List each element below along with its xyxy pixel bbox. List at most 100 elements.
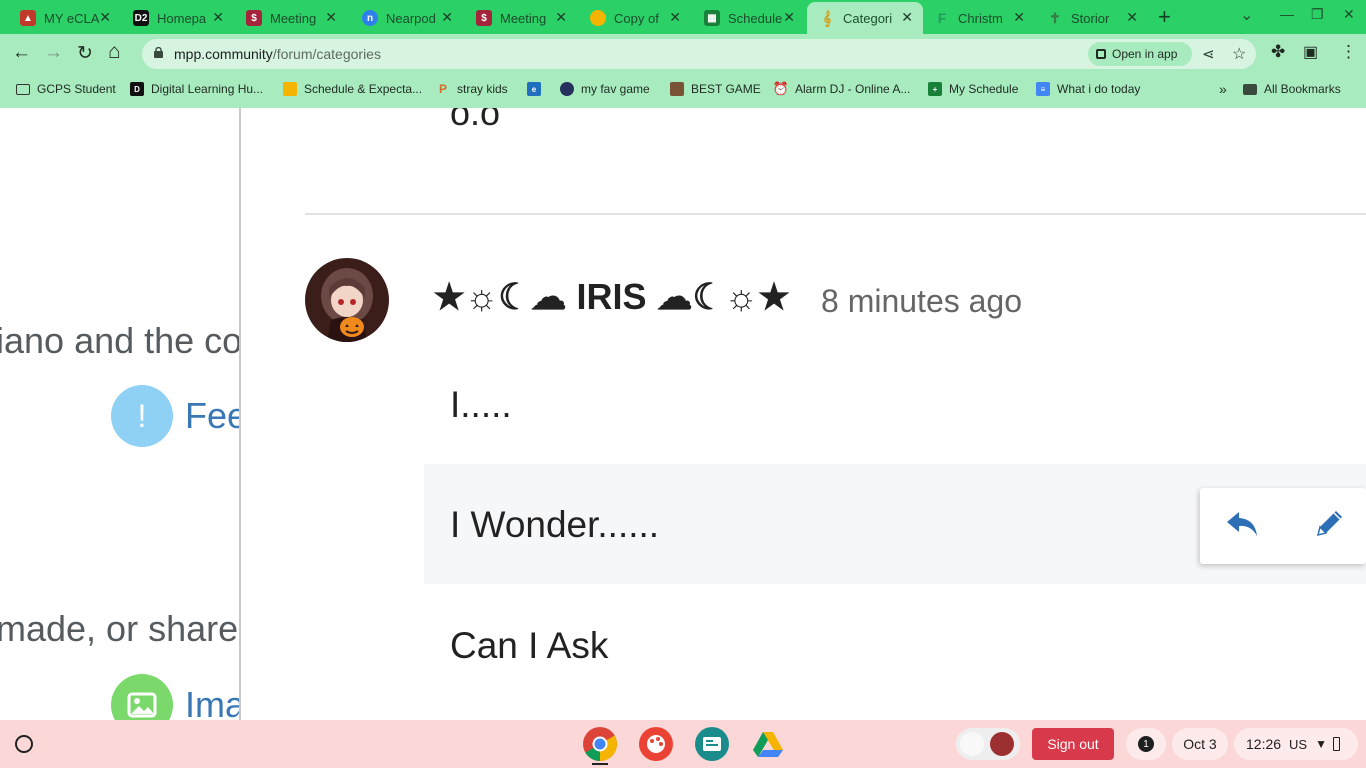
close-icon[interactable]: ✕ bbox=[212, 9, 224, 26]
tab-schedule[interactable]: ▦ Schedule ✕ bbox=[692, 2, 805, 34]
notification-tray[interactable]: 1 bbox=[1126, 728, 1166, 760]
close-icon[interactable]: ✕ bbox=[669, 9, 681, 26]
all-bookmarks-label: All Bookmarks bbox=[1264, 82, 1341, 96]
bookmark-schedule-expectations[interactable]: Schedule & Expecta... bbox=[283, 82, 422, 96]
exclamation-icon: ! bbox=[111, 385, 173, 447]
reply-icon[interactable] bbox=[1224, 506, 1260, 542]
bookmark-my-schedule[interactable]: + My Schedule bbox=[928, 82, 1018, 96]
bookmark-what-i-do-today[interactable]: ≡ What i do today bbox=[1036, 82, 1140, 96]
bookmark-digital-learning[interactable]: D Digital Learning Hu... bbox=[130, 82, 263, 96]
tab-search-icon[interactable]: ⌄ bbox=[1240, 5, 1253, 25]
tab-copy-of[interactable]: Copy of ✕ bbox=[578, 2, 691, 34]
status-tray[interactable]: 12:26 US ▼ bbox=[1234, 728, 1358, 760]
tab-title: Copy of bbox=[614, 10, 659, 26]
address-bar[interactable]: mpp.community/forum/categories Open in a… bbox=[142, 39, 1256, 69]
tab-nearpod[interactable]: n Nearpod ✕ bbox=[350, 2, 463, 34]
sheets-icon: ▦ bbox=[704, 10, 720, 26]
wifi-icon: ▼ bbox=[1315, 737, 1327, 751]
extensions-icon[interactable]: ✤ bbox=[1271, 42, 1285, 62]
category-feedback[interactable]: ! Fee bbox=[111, 385, 241, 447]
bookmark-gcps-student[interactable]: GCPS Student bbox=[16, 82, 116, 96]
bookmark-label: Digital Learning Hu... bbox=[151, 82, 264, 96]
window-close-icon[interactable]: ✕ bbox=[1343, 6, 1355, 23]
date-tray[interactable]: Oct 3 bbox=[1172, 728, 1228, 760]
bookmark-my-fav-game[interactable]: my fav game bbox=[560, 82, 650, 96]
post-timestamp[interactable]: 8 minutes ago bbox=[821, 283, 1022, 320]
avatar[interactable] bbox=[305, 258, 389, 342]
tab-title: Storior bbox=[1071, 10, 1110, 26]
sign-out-button[interactable]: Sign out bbox=[1032, 728, 1114, 760]
share-icon[interactable]: ⋖ bbox=[1202, 45, 1215, 63]
reload-icon[interactable]: ↻ bbox=[77, 42, 93, 65]
minimize-icon[interactable]: — bbox=[1280, 6, 1294, 22]
notification-count: 1 bbox=[1138, 736, 1154, 752]
classroom-icon[interactable] bbox=[694, 726, 730, 762]
bookmark-stray-kids[interactable]: P stray kids bbox=[436, 82, 508, 96]
active-app-indicator bbox=[592, 763, 608, 765]
tab-title: Meeting bbox=[270, 10, 317, 26]
bookmark-edge[interactable]: e bbox=[527, 82, 548, 96]
drive-icon[interactable] bbox=[750, 726, 786, 762]
open-app-icon bbox=[1096, 49, 1106, 59]
close-icon[interactable]: ✕ bbox=[99, 9, 111, 26]
forward-icon[interactable]: → bbox=[44, 42, 63, 64]
category-images[interactable]: Ima bbox=[111, 674, 239, 720]
side-panel-icon[interactable]: ▣ bbox=[1303, 42, 1318, 62]
tab-stories[interactable]: ✝ Storior ✕ bbox=[1035, 2, 1148, 34]
nearpod-icon: n bbox=[362, 10, 378, 26]
more-bookmarks-icon[interactable]: » bbox=[1219, 81, 1227, 97]
alarm-icon: ⏰ bbox=[772, 81, 790, 96]
close-icon[interactable]: ✕ bbox=[325, 9, 337, 26]
slides-icon bbox=[590, 10, 606, 26]
open-in-app-button[interactable]: Open in app bbox=[1088, 42, 1192, 66]
tab-christmas[interactable]: F Christm ✕ bbox=[922, 2, 1035, 34]
d2l-icon: D2 bbox=[133, 10, 149, 26]
url-text: mpp.community/forum/categories bbox=[174, 46, 381, 62]
tab-eclass[interactable]: ▲ MY eCLA ✕ bbox=[8, 2, 121, 34]
new-tab-icon[interactable]: + bbox=[1158, 4, 1171, 30]
tab-homepage[interactable]: D2 Homepa ✕ bbox=[121, 2, 234, 34]
close-icon[interactable]: ✕ bbox=[1126, 9, 1138, 26]
category-name: Fee bbox=[185, 395, 241, 436]
chrome-icon[interactable] bbox=[582, 726, 618, 762]
post-author-name[interactable]: ★☼☾☁ IRIS ☁☾☼★ bbox=[433, 276, 790, 318]
close-icon[interactable]: ✕ bbox=[441, 9, 453, 26]
holding-space-tray[interactable] bbox=[956, 728, 1020, 760]
bookmark-label: GCPS Student bbox=[37, 82, 116, 96]
close-icon[interactable]: ✕ bbox=[901, 9, 913, 26]
d2l-icon: D bbox=[130, 82, 144, 96]
tab-categories[interactable]: 𝄞 Categori ✕ bbox=[807, 2, 923, 34]
folder-icon bbox=[16, 83, 30, 95]
bookmark-alarm-dj[interactable]: ⏰ Alarm DJ - Online A... bbox=[772, 81, 910, 96]
bookmark-label: BEST GAME bbox=[691, 82, 761, 96]
category-description: made, or share bbox=[0, 608, 239, 649]
post-actions bbox=[1200, 488, 1366, 564]
tab-meeting-1[interactable]: $ Meeting ✕ bbox=[234, 2, 347, 34]
lock-icon bbox=[154, 47, 163, 58]
post-line: I..... bbox=[424, 344, 1366, 464]
launcher-icon[interactable] bbox=[15, 735, 33, 753]
all-bookmarks-button[interactable]: All Bookmarks bbox=[1243, 82, 1341, 96]
back-icon[interactable]: ← bbox=[12, 42, 31, 64]
close-icon[interactable]: ✕ bbox=[555, 9, 567, 26]
maximize-icon[interactable]: ❐ bbox=[1311, 6, 1324, 23]
close-icon[interactable]: ✕ bbox=[783, 9, 795, 26]
edit-pencil-icon[interactable] bbox=[1312, 505, 1348, 541]
post-line-text: I Wonder...... bbox=[450, 504, 660, 545]
tab-strip: ▲ MY eCLA ✕ D2 Homepa ✕ $ Meeting ✕ n Ne… bbox=[0, 0, 1366, 34]
bookmark-label: stray kids bbox=[457, 82, 508, 96]
thumbnail-image bbox=[960, 732, 984, 756]
paint-app-icon[interactable] bbox=[638, 726, 674, 762]
mpp-icon: 𝄞 bbox=[822, 9, 832, 26]
tab-meeting-2[interactable]: $ Meeting ✕ bbox=[464, 2, 577, 34]
folder-icon bbox=[1243, 83, 1257, 95]
bookmark-best-game[interactable]: BEST GAME bbox=[670, 82, 761, 96]
post-line-text: Can I Ask bbox=[450, 625, 609, 666]
menu-icon[interactable]: ⋮ bbox=[1340, 42, 1357, 62]
docs-icon: ≡ bbox=[1036, 82, 1050, 96]
clock: 12:26 bbox=[1246, 736, 1282, 752]
home-icon[interactable]: ⌂ bbox=[108, 40, 121, 64]
game-face-icon bbox=[670, 82, 684, 96]
bookmark-star-icon[interactable]: ☆ bbox=[1232, 44, 1246, 64]
close-icon[interactable]: ✕ bbox=[1013, 9, 1025, 26]
